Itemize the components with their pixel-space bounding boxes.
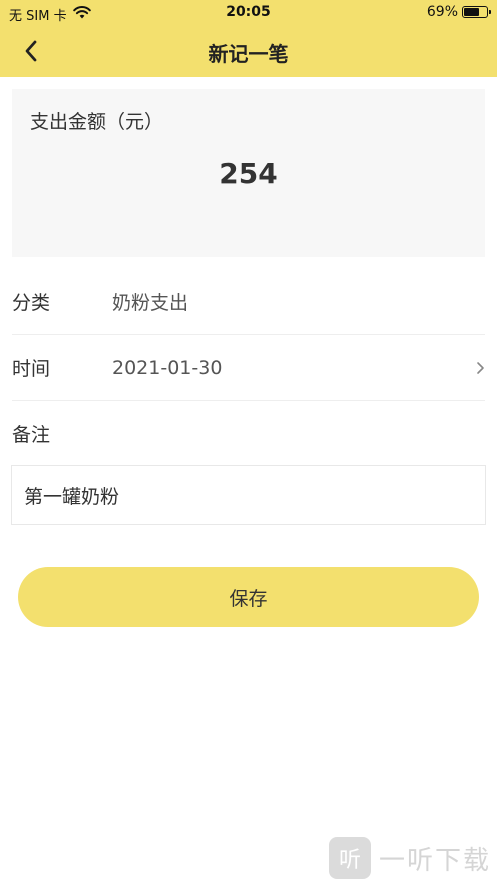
save-button[interactable]: 保存 bbox=[18, 567, 479, 627]
nav-bar: 新记一笔 bbox=[0, 26, 497, 77]
battery-percent: 69% bbox=[426, 4, 458, 20]
category-value[interactable]: 奶粉支出 bbox=[112, 288, 485, 315]
category-row[interactable]: 分类 奶粉支出 bbox=[12, 269, 485, 335]
note-input[interactable]: 第一罐奶粉 bbox=[11, 465, 486, 525]
status-right: 69% bbox=[426, 4, 491, 20]
header-bar: 无 SIM 卡 20:05 69% 新记一笔 bbox=[0, 0, 497, 77]
note-label: 备注 bbox=[12, 424, 51, 446]
time-value[interactable]: 2021-01-30 bbox=[112, 357, 465, 379]
amount-card[interactable]: 支出金额（元） 254 bbox=[12, 89, 485, 257]
chevron-right-icon bbox=[465, 361, 485, 375]
category-label: 分类 bbox=[12, 292, 51, 314]
note-value: 第一罐奶粉 bbox=[24, 485, 120, 508]
watermark-text: 一听下载 bbox=[378, 845, 491, 876]
time-label: 时间 bbox=[12, 358, 51, 380]
status-time: 20:05 bbox=[226, 4, 271, 20]
watermark: 听 一听下载 bbox=[328, 837, 491, 879]
page-title: 新记一笔 bbox=[208, 42, 289, 66]
amount-label: 支出金额（元） bbox=[30, 111, 164, 133]
time-row[interactable]: 时间 2021-01-30 bbox=[12, 335, 485, 401]
battery-icon bbox=[462, 6, 491, 18]
amount-value[interactable]: 254 bbox=[12, 157, 485, 190]
status-bar: 无 SIM 卡 20:05 69% bbox=[0, 0, 497, 26]
watermark-logo: 听 bbox=[328, 837, 371, 879]
